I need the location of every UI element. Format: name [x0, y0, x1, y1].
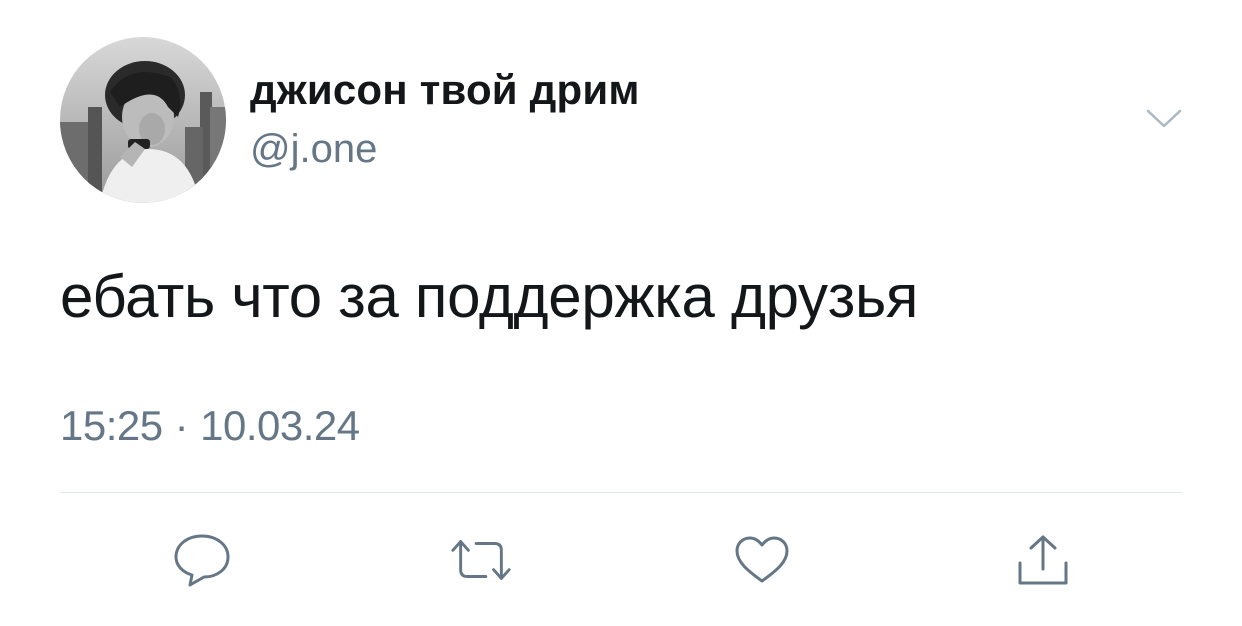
- heart-icon: [735, 536, 789, 583]
- share-button[interactable]: [1011, 528, 1075, 592]
- meta-separator: ·: [174, 402, 189, 449]
- tweet-timestamp[interactable]: 15:25 · 10.03.24: [60, 402, 360, 450]
- tweet-time: 15:25: [60, 402, 163, 449]
- share-upload-icon: [1018, 535, 1068, 585]
- tweet-date: 10.03.24: [200, 402, 360, 449]
- reply-button[interactable]: [170, 528, 234, 592]
- display-name[interactable]: джисон твой дрим: [250, 66, 640, 114]
- like-button[interactable]: [730, 528, 794, 592]
- user-handle[interactable]: @j.one: [250, 127, 377, 172]
- retweet-button[interactable]: [449, 528, 513, 592]
- avatar-photo: [60, 37, 226, 203]
- tweet-text: ебать что за поддержка друзья: [60, 263, 919, 330]
- retweet-arrows-icon: [451, 540, 511, 580]
- speech-bubble-icon: [174, 534, 230, 587]
- avatar[interactable]: [60, 37, 226, 203]
- chevron-down-icon[interactable]: [1146, 108, 1182, 130]
- divider: [60, 492, 1182, 493]
